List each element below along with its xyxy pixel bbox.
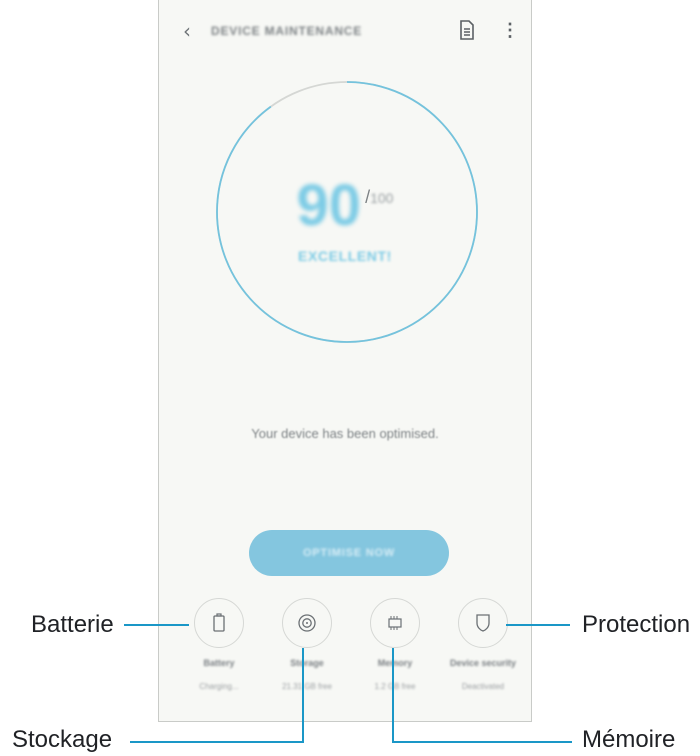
memory-button[interactable] (370, 598, 420, 648)
score-max: 100 (370, 190, 394, 206)
tool-value: 21.31 GB free (282, 682, 332, 691)
tool-device-security[interactable]: Device security Deactivated (439, 598, 527, 691)
memory-icon (388, 616, 402, 630)
storage-button[interactable] (282, 598, 332, 648)
tool-battery[interactable]: Battery Charging... (175, 598, 263, 691)
battery-icon (213, 613, 225, 632)
optimise-now-button[interactable]: OPTIMISE NOW (249, 530, 449, 576)
shield-icon (476, 614, 490, 632)
tool-label: Memory (377, 658, 413, 668)
callout-line-storage-vertical (302, 648, 304, 743)
device-security-button[interactable] (458, 598, 508, 648)
callout-security: Protection (582, 611, 691, 638)
callout-line-battery (124, 624, 189, 626)
device-maintenance-screen: ‹ DEVICE MAINTENANCE ⋮ 90/100 EXCELLENT!… (158, 0, 532, 722)
battery-button[interactable] (194, 598, 244, 648)
document-icon[interactable] (459, 20, 475, 40)
storage-icon (298, 614, 316, 632)
tool-value: 1.2 GB free (374, 682, 416, 691)
tool-value: Charging... (199, 682, 239, 691)
more-options-button[interactable]: ⋮ (501, 18, 519, 42)
top-bar: ‹ DEVICE MAINTENANCE ⋮ (159, 14, 531, 52)
maintenance-tools: Battery Charging... Storage 21.31 GB fre… (159, 598, 531, 718)
callout-line-memory-vertical (392, 648, 394, 743)
callout-storage: Stockage (12, 726, 113, 753)
status-message: Your device has been optimised. (251, 426, 439, 441)
tool-label: Storage (290, 658, 324, 668)
tool-memory[interactable]: Memory 1.2 GB free (351, 598, 439, 691)
callout-line-security (506, 624, 570, 626)
callout-line-memory (392, 741, 572, 743)
tool-label: Device security (449, 658, 517, 668)
tool-storage[interactable]: Storage 21.31 GB free (263, 598, 351, 691)
callout-memory: Mémoire (582, 726, 676, 753)
tool-label: Battery (203, 658, 235, 668)
optimise-now-label: OPTIMISE NOW (302, 547, 396, 559)
score-value: 90 (296, 173, 362, 238)
back-button[interactable]: ‹ (175, 16, 199, 46)
callout-battery: Batterie (31, 611, 114, 638)
tool-value: Deactivated (461, 682, 505, 691)
score-status: EXCELLENT! (298, 248, 392, 264)
score-display: 90/100 (159, 172, 531, 239)
page-title: DEVICE MAINTENANCE (211, 24, 363, 38)
callout-line-storage (130, 741, 304, 743)
